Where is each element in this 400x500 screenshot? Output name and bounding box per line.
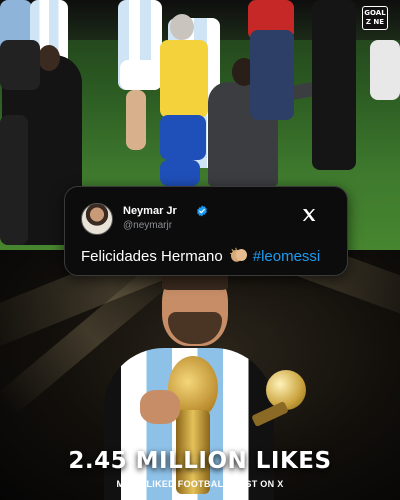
- player-brazil-yellow: [160, 40, 208, 118]
- tweet-text: Felicidades Hermano #leomessi: [81, 247, 320, 265]
- staff-head-left: [38, 45, 60, 71]
- x-logo-icon[interactable]: [301, 207, 317, 223]
- tweet-card[interactable]: Neymar Jr @neymarjr Felicidades Hermano …: [64, 186, 348, 276]
- player-20-legs: [126, 90, 146, 150]
- hashtag-link[interactable]: #leomessi: [253, 248, 321, 265]
- player-brazil-head: [170, 14, 194, 40]
- staff-jeans: [250, 30, 294, 120]
- staff-black-right: [312, 0, 356, 170]
- verified-badge-icon: [197, 205, 207, 217]
- goal-zone-logo: GOAL Z NE: [362, 6, 388, 30]
- tweet-message: Felicidades Hermano: [81, 248, 223, 265]
- person-far-left: [0, 115, 28, 245]
- photographer-left: [0, 40, 40, 90]
- golden-ball-trophy: [266, 370, 306, 410]
- person-right-edge: [370, 40, 400, 100]
- display-name[interactable]: Neymar Jr: [123, 205, 177, 217]
- clapping-hands-icon: [229, 247, 247, 262]
- avatar[interactable]: [81, 203, 113, 235]
- headline-subtitle: MOST LIKED FOOTBALL POST ON X: [116, 479, 284, 489]
- user-handle[interactable]: @neymarjr: [123, 220, 172, 231]
- player-brazil-shorts: [160, 115, 206, 160]
- player-20-shorts: [120, 60, 162, 90]
- player-brazil-socks: [160, 160, 200, 186]
- headline-title: 2.45 MILLION LIKES: [68, 448, 332, 474]
- messi-hand: [140, 390, 180, 424]
